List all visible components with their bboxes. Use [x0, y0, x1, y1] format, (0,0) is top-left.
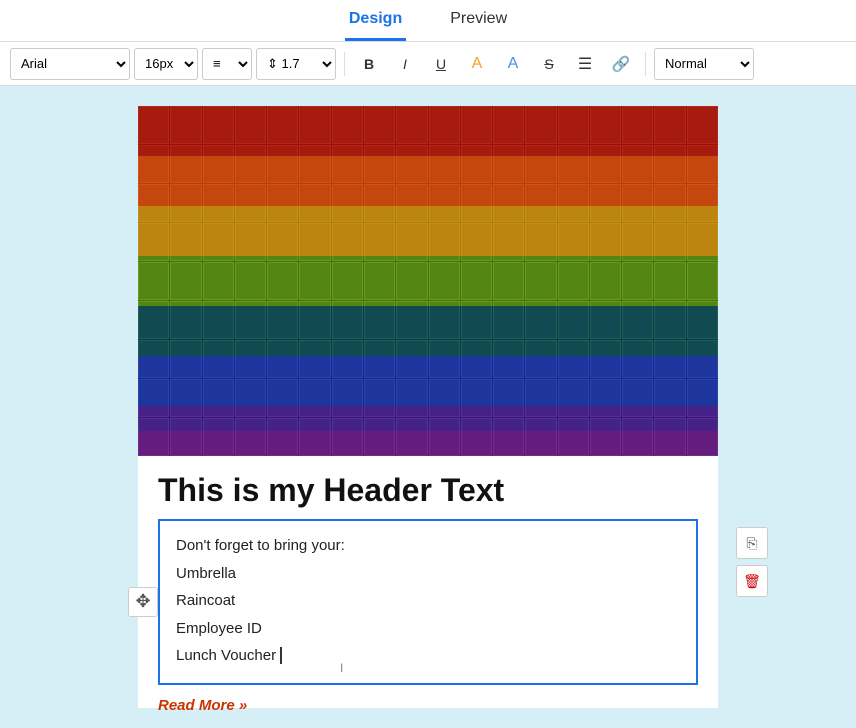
link-button[interactable]: 🔗: [605, 48, 637, 80]
line-height-select[interactable]: ⇕ 1.0⇕ 1.2⇕ 1.5 ⇕ 1.7⇕ 2.0: [256, 48, 336, 80]
underline-button[interactable]: U: [425, 48, 457, 80]
header-text: This is my Header Text: [138, 456, 718, 519]
block-move-handle[interactable]: ✥: [128, 587, 158, 617]
block-actions: ⎘ 🗑: [736, 527, 768, 597]
read-more-section: Read More »: [138, 685, 718, 726]
toolbar: Arial Times New Roman Georgia Verdana 10…: [0, 42, 856, 86]
strikethrough-button[interactable]: S: [533, 48, 565, 80]
toolbar-sep-2: [645, 52, 646, 76]
list-button[interactable]: ☰: [569, 48, 601, 80]
bold-button[interactable]: B: [353, 48, 385, 80]
bg-color-button[interactable]: A: [497, 48, 529, 80]
paragraph-style-select[interactable]: Normal Heading 1 Heading 2 Heading 3: [654, 48, 754, 80]
delete-block-button[interactable]: 🗑: [736, 565, 768, 597]
text-item-4: Lunch Voucher: [176, 643, 680, 669]
text-cursor: [276, 647, 282, 664]
read-more-link[interactable]: Read More »: [158, 697, 247, 714]
toolbar-sep-1: [344, 52, 345, 76]
photo-collage: // Inline grid generation document.curre…: [138, 106, 718, 456]
text-item-3: Employee ID: [176, 616, 680, 642]
copy-block-button[interactable]: ⎘: [736, 527, 768, 559]
main-editor-area: // Inline grid generation document.curre…: [0, 86, 856, 728]
tab-design[interactable]: Design: [345, 0, 406, 41]
text-content: Don't forget to bring your: Umbrella Rai…: [176, 533, 680, 669]
text-intro: Don't forget to bring your:: [176, 533, 680, 559]
move-icon[interactable]: ✥: [128, 587, 158, 617]
text-align-select[interactable]: ≡⫶⫸: [202, 48, 252, 80]
highlight-button[interactable]: A: [461, 48, 493, 80]
text-item-1: Umbrella: [176, 561, 680, 587]
font-family-select[interactable]: Arial Times New Roman Georgia Verdana: [10, 48, 130, 80]
tab-bar: Design Preview: [0, 0, 856, 42]
tab-preview[interactable]: Preview: [446, 0, 511, 41]
font-size-select[interactable]: 10px12px14px 16px18px20px24px: [134, 48, 198, 80]
italic-button[interactable]: I: [389, 48, 421, 80]
text-block-wrapper: ✥ ⎘ 🗑 Don't forget to bring your: Umbrel…: [138, 519, 718, 685]
editor-canvas: // Inline grid generation document.curre…: [138, 106, 718, 708]
text-block[interactable]: Don't forget to bring your: Umbrella Rai…: [158, 519, 698, 685]
text-item-2: Raincoat: [176, 588, 680, 614]
